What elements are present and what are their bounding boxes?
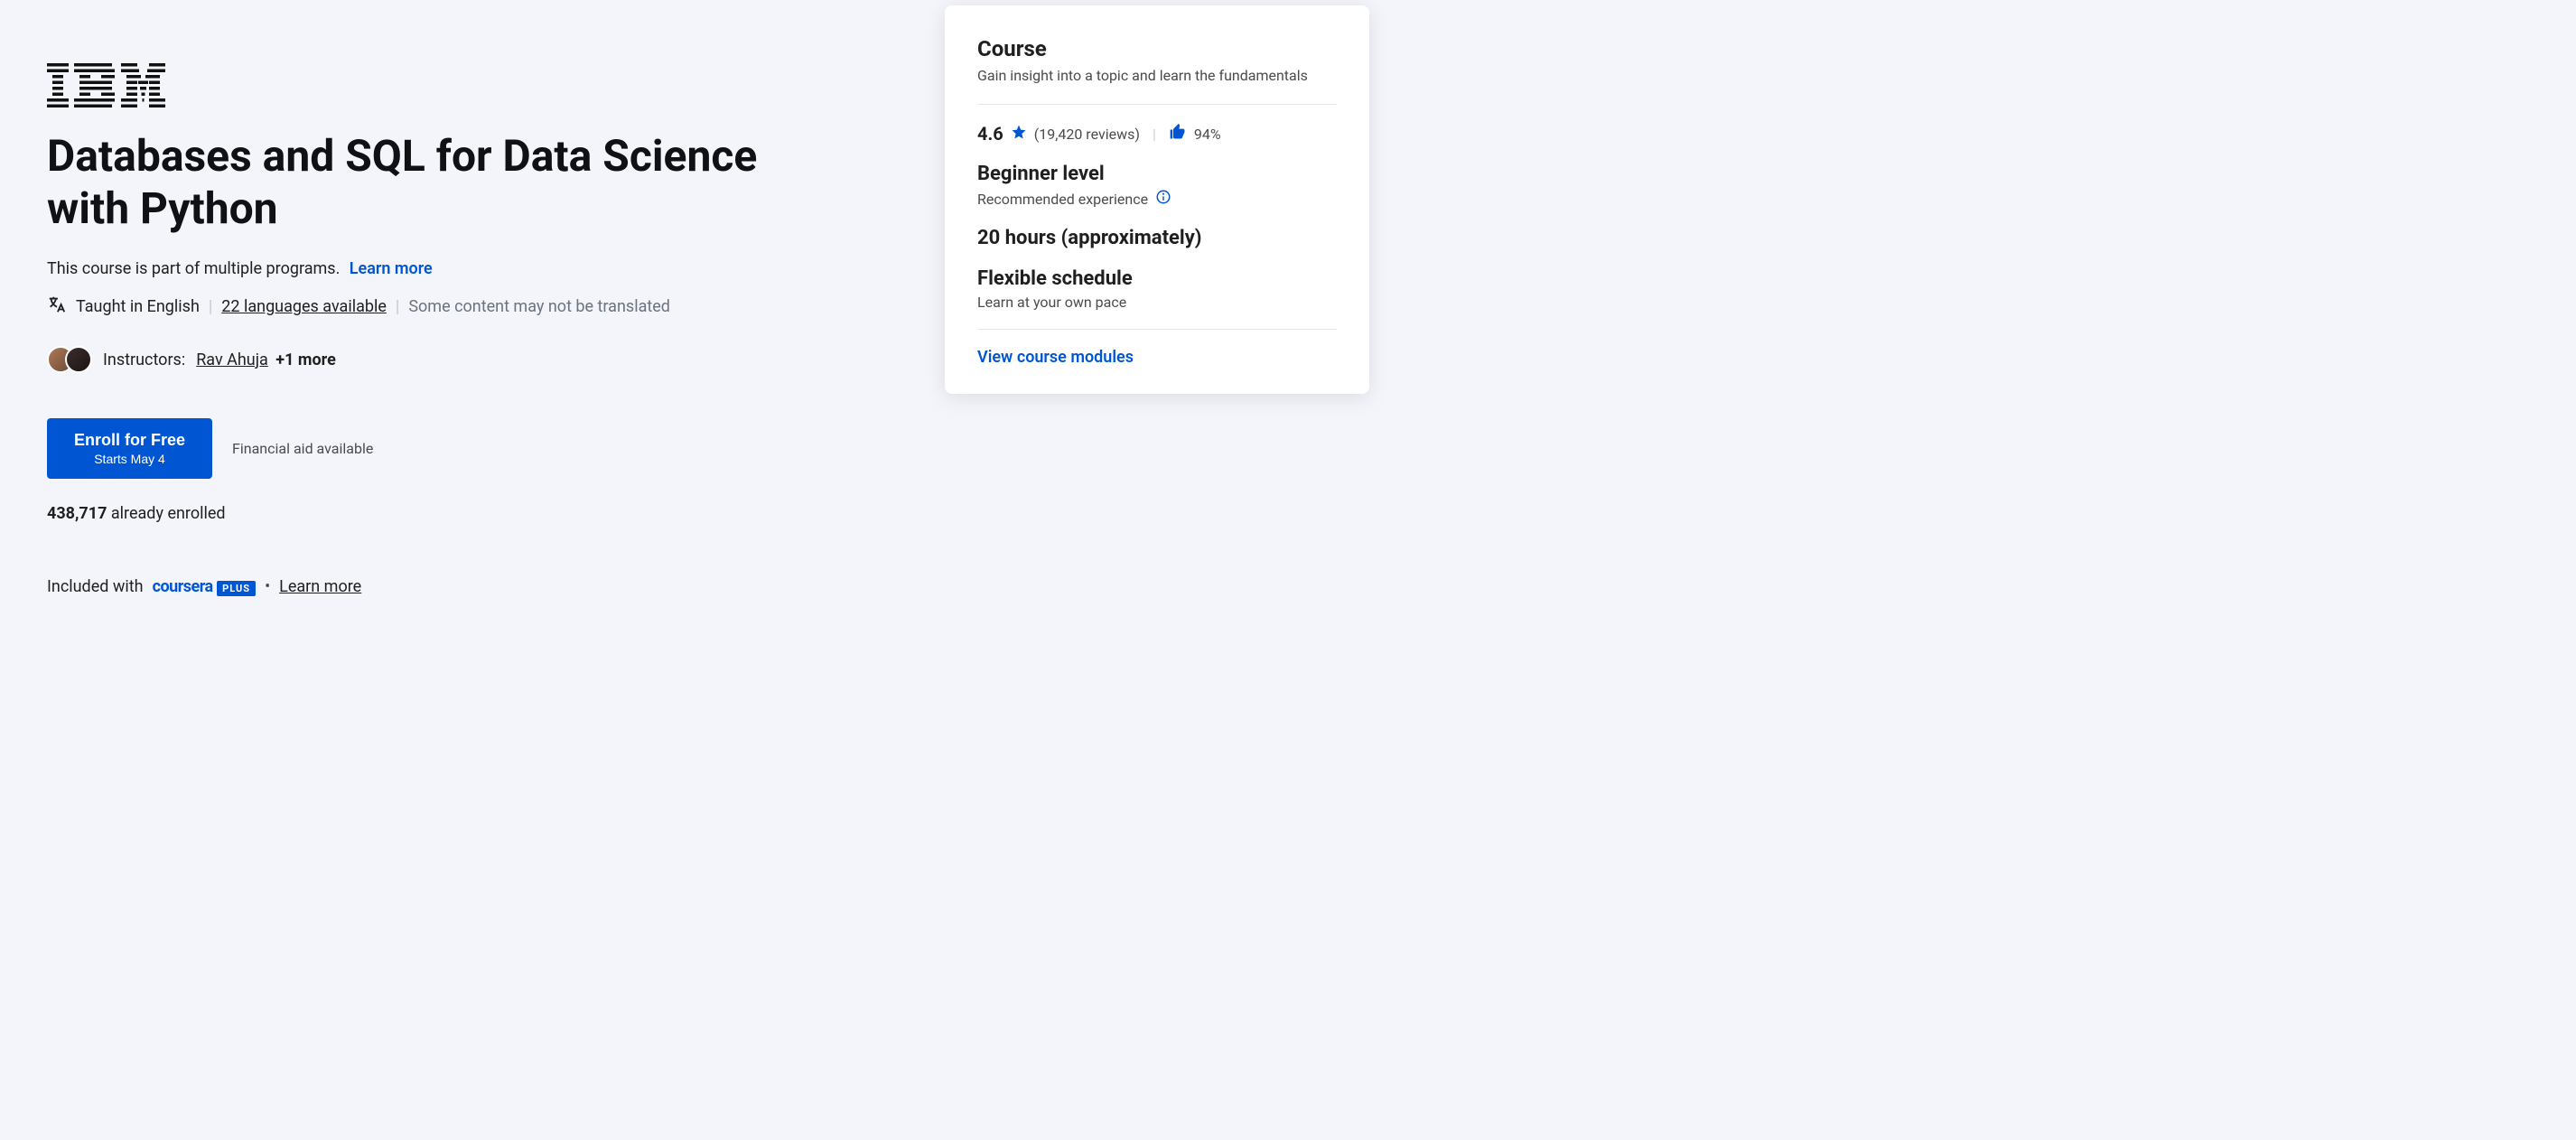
separator: | xyxy=(1153,126,1156,143)
thumbs-up-icon xyxy=(1169,123,1187,145)
program-learn-more-link[interactable]: Learn more xyxy=(350,259,433,278)
separator-dot: • xyxy=(265,577,270,596)
card-subheading: Gain insight into a topic and learn the … xyxy=(977,67,1337,84)
reviews-count: (19,420 reviews) xyxy=(1034,126,1140,143)
enrolled-count: 438,717 already enrolled xyxy=(47,504,914,523)
rating-row[interactable]: 4.6 (19,420 reviews) | 94% xyxy=(977,123,1337,145)
enroll-button-title: Enroll for Free xyxy=(74,431,185,450)
card-heading: Course xyxy=(977,36,1337,61)
financial-aid-link[interactable]: Financial aid available xyxy=(232,440,373,457)
avatar xyxy=(65,346,92,373)
star-icon xyxy=(1011,124,1027,144)
languages-available-link[interactable]: 22 languages available xyxy=(221,297,387,316)
divider xyxy=(977,329,1337,330)
coursera-wordmark: coursera xyxy=(153,577,213,596)
included-learn-more-link[interactable]: Learn more xyxy=(279,577,361,596)
included-prefix: Included with xyxy=(47,577,144,596)
divider xyxy=(977,104,1337,105)
course-info-card: Course Gain insight into a topic and lea… xyxy=(945,5,1369,394)
program-note: This course is part of multiple programs… xyxy=(47,259,914,278)
level-subtext: Recommended experience xyxy=(977,191,1148,208)
level-heading: Beginner level xyxy=(977,163,1337,185)
program-note-text: This course is part of multiple programs… xyxy=(47,259,340,278)
instructor-link[interactable]: Rav Ahuja xyxy=(196,350,268,369)
instructors-more-link[interactable]: +1 more xyxy=(275,350,336,369)
translate-icon xyxy=(47,294,67,319)
enroll-button[interactable]: Enroll for Free Starts May 4 xyxy=(47,418,212,479)
enroll-button-subtitle: Starts May 4 xyxy=(74,452,185,466)
instructors-label: Instructors: xyxy=(103,350,185,369)
instructor-avatars xyxy=(47,346,92,373)
taught-in-text: Taught in English xyxy=(76,297,200,316)
coursera-plus-logo: coursera PLUS xyxy=(153,577,256,596)
course-title: Databases and SQL for Data Science with … xyxy=(47,130,806,234)
plus-badge: PLUS xyxy=(217,581,256,596)
translation-caveat: Some content may not be translated xyxy=(408,297,670,316)
schedule-heading: Flexible schedule xyxy=(977,267,1337,290)
provider-logo xyxy=(47,63,914,112)
rating-value: 4.6 xyxy=(977,123,1003,145)
duration-heading: 20 hours (approximately) xyxy=(977,227,1337,249)
info-icon[interactable] xyxy=(1155,189,1171,209)
enrolled-suffix: already enrolled xyxy=(107,504,225,523)
like-percentage: 94% xyxy=(1194,126,1221,143)
separator: | xyxy=(396,297,399,316)
view-modules-link[interactable]: View course modules xyxy=(977,348,1337,367)
schedule-subtext: Learn at your own pace xyxy=(977,294,1337,311)
enrolled-number: 438,717 xyxy=(47,504,107,523)
separator: | xyxy=(209,297,212,316)
